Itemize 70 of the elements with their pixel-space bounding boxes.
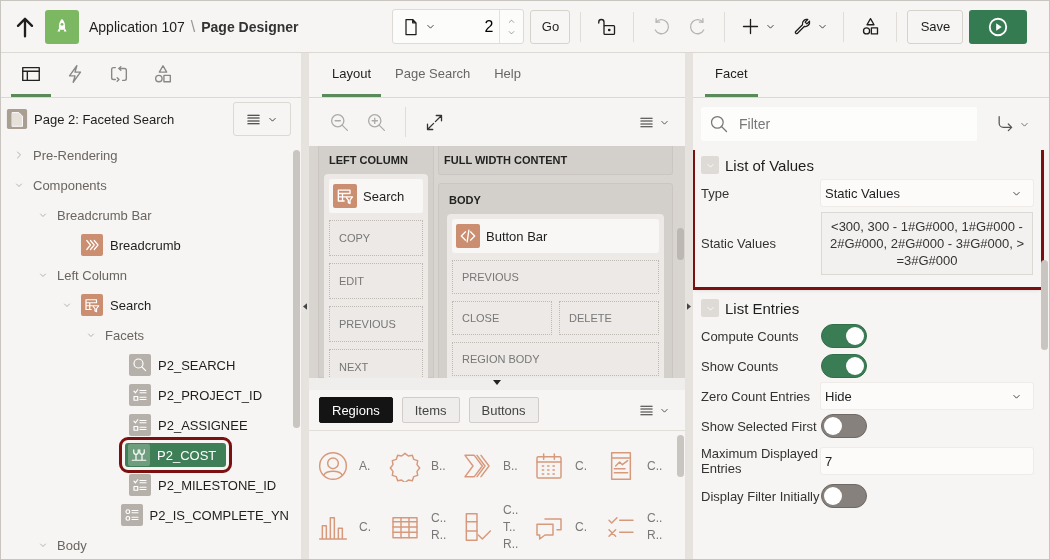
tab[interactable]: Layout (322, 53, 382, 97)
text-field[interactable]: 7 (821, 448, 1033, 474)
page-title: Page Designer (201, 18, 299, 35)
panel-title: BODY (448, 193, 482, 208)
gallery-item[interactable]: C.. R.. (389, 498, 461, 556)
tree-node[interactable]: P2_ASSIGNEE (125, 413, 252, 437)
region-card[interactable]: Search COPY EDIT PREVIOUS NEXT (324, 174, 428, 378)
button-slot[interactable]: COPY (329, 220, 423, 256)
app-name-link[interactable]: Application 107 (89, 18, 185, 35)
page-heading: Page 2: Faceted Search (34, 111, 176, 127)
gallery-item[interactable]: C. (317, 498, 389, 556)
tree-node[interactable]: P2_SEARCH (125, 353, 240, 377)
tree-node[interactable]: Search (77, 293, 156, 317)
property-label: Display Filter Initially (701, 488, 821, 504)
gallery-tab[interactable]: Buttons (468, 397, 539, 423)
panel-title: FULL WIDTH CONTENT (443, 153, 569, 168)
tree-node[interactable]: Breadcrumb Bar (53, 203, 156, 227)
region-header[interactable]: Button Bar (452, 219, 659, 253)
select-field[interactable]: Static Values (821, 180, 1033, 206)
button-slot[interactable]: PREVIOUS (329, 306, 423, 342)
tree-node[interactable]: Facets (101, 323, 148, 347)
button-slot[interactable]: EDIT (329, 263, 423, 299)
region-title: Search (363, 188, 405, 204)
tree-node[interactable]: Breadcrumb (77, 233, 185, 257)
button-slot[interactable]: CLOSE (452, 301, 552, 335)
page-selector[interactable]: 2 (392, 9, 525, 44)
button-slot[interactable]: REGION BODY (452, 342, 659, 376)
save-button[interactable]: Save (907, 9, 964, 44)
tab[interactable]: Facet (705, 53, 758, 97)
select-field[interactable]: Hide (821, 383, 1033, 409)
tree-node[interactable]: Components (29, 173, 111, 197)
gallery-tab[interactable]: Items (401, 397, 460, 423)
go-button[interactable]: Go (530, 9, 571, 44)
section-title: List of Values (725, 156, 814, 174)
property-label: Maximum Displayed Entries (701, 446, 820, 476)
property-label: Show Counts (701, 358, 780, 374)
tree-node[interactable]: Left Column (53, 263, 132, 287)
filter-field[interactable]: Filter (701, 107, 977, 141)
property-label: Zero Count Entries (701, 388, 812, 404)
gallery-item[interactable]: C. (533, 498, 605, 556)
gallery-item[interactable]: A. (317, 437, 389, 495)
property-label: Type (701, 185, 731, 201)
property-label: Compute Counts (701, 328, 800, 344)
tree-node[interactable]: P2_MILESTONE_ID (125, 473, 281, 497)
tab[interactable]: Page Search (385, 53, 481, 97)
breadcrumb-separator: \ (190, 17, 196, 36)
tree-node[interactable]: P2_IS_COMPLETE_YN (116, 503, 293, 527)
gallery-tab[interactable]: Regions (319, 397, 393, 423)
tree-node[interactable]: P2_PROJECT_ID (125, 383, 267, 407)
tree-node[interactable]: Body (53, 533, 91, 557)
property-label: Show Selected First (701, 418, 818, 434)
section-title: List Entries (725, 299, 800, 317)
filter-input[interactable]: Filter (737, 115, 969, 133)
region-card[interactable]: Button Bar PREVIOUS CLOSE DELETE REGION BODY (447, 214, 664, 378)
gallery-item[interactable]: B.. (389, 437, 461, 495)
region-title: Button Bar (486, 228, 548, 244)
property-label: Static Values (701, 236, 777, 251)
gallery-item[interactable]: C.. (605, 437, 677, 495)
button-slot[interactable]: PREVIOUS (452, 260, 659, 294)
button-slot[interactable]: DELETE (559, 301, 659, 335)
gallery-item[interactable]: B.. (461, 437, 533, 495)
column-title: LEFT COLUMN (328, 153, 409, 168)
page-number-field[interactable]: 2 (443, 10, 500, 43)
region-header[interactable]: Search (329, 179, 423, 213)
gallery-item[interactable]: C.. T.. R.. (461, 498, 533, 556)
static-values-field[interactable]: <300, 300 - 1#G#000, 1#G#000 - 2#G#000, 2#G#000 - 3#G#000, >=3#G#000 (821, 212, 1033, 275)
tab[interactable]: Help (484, 53, 531, 97)
tree-node[interactable]: Pre-Rendering (29, 143, 122, 167)
gallery-item[interactable]: C.. R.. (605, 498, 677, 556)
gallery-item[interactable]: C. (533, 437, 605, 495)
